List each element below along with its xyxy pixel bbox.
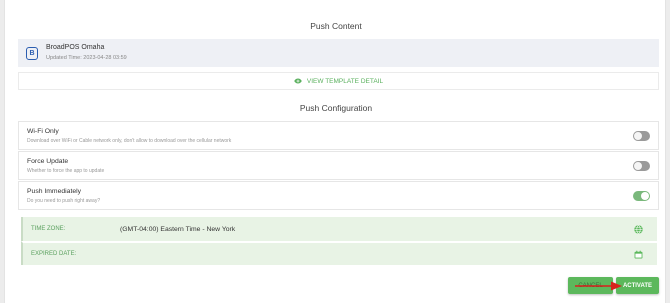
config-title: Push Immediately (27, 188, 82, 195)
config-title: Force Update (27, 158, 69, 165)
red-arrow-annotation (575, 281, 622, 291)
time-zone-value: (GMT-04:00) Eastern Time - New York (120, 225, 236, 233)
wifi-only-toggle[interactable] (633, 131, 650, 141)
app-updated-time: Updated Time: 2023-04-28 03:59 (46, 55, 127, 61)
toggle-knob (634, 132, 642, 140)
config-title: Wi-Fi Only (27, 128, 59, 135)
config-row-wifi-only: Wi-Fi Only Download over WiFi or Cable n… (18, 121, 659, 150)
toggle-knob (641, 192, 649, 200)
eye-icon (294, 78, 302, 84)
expired-date-field[interactable]: EXPIRED DATE: (21, 241, 657, 265)
app-logo-icon: B (26, 47, 38, 60)
config-description: Whether to force the app to update (27, 168, 105, 174)
app-name: BroadPOS Omaha (46, 44, 105, 51)
time-zone-label: TIME ZONE: (31, 226, 66, 232)
globe-icon[interactable] (634, 224, 643, 234)
expired-date-label: EXPIRED DATE: (31, 251, 77, 257)
view-template-detail-label: VIEW TEMPLATE DETAIL (306, 77, 384, 85)
push-immediately-toggle[interactable] (633, 191, 650, 201)
config-row-force-update: Force Update Whether to force the app to… (18, 151, 659, 180)
push-configuration-title: Push Configuration (299, 103, 373, 113)
toggle-knob (634, 162, 642, 170)
app-card: B BroadPOS Omaha Updated Time: 2023-04-2… (18, 39, 659, 67)
config-description: Download over WiFi or Cable network only… (27, 138, 232, 144)
force-update-toggle[interactable] (633, 161, 650, 171)
time-zone-field[interactable]: TIME ZONE: (GMT-04:00) Eastern Time - Ne… (21, 217, 657, 241)
config-description: Do you need to push right away? (27, 198, 101, 204)
push-content-title: Push Content (310, 21, 362, 31)
config-row-push-immediately: Push Immediately Do you need to push rig… (18, 181, 659, 210)
push-panel: Push Content B BroadPOS Omaha Updated Ti… (4, 0, 666, 303)
calendar-icon[interactable] (634, 250, 643, 259)
view-template-detail-link[interactable]: VIEW TEMPLATE DETAIL (18, 72, 659, 90)
